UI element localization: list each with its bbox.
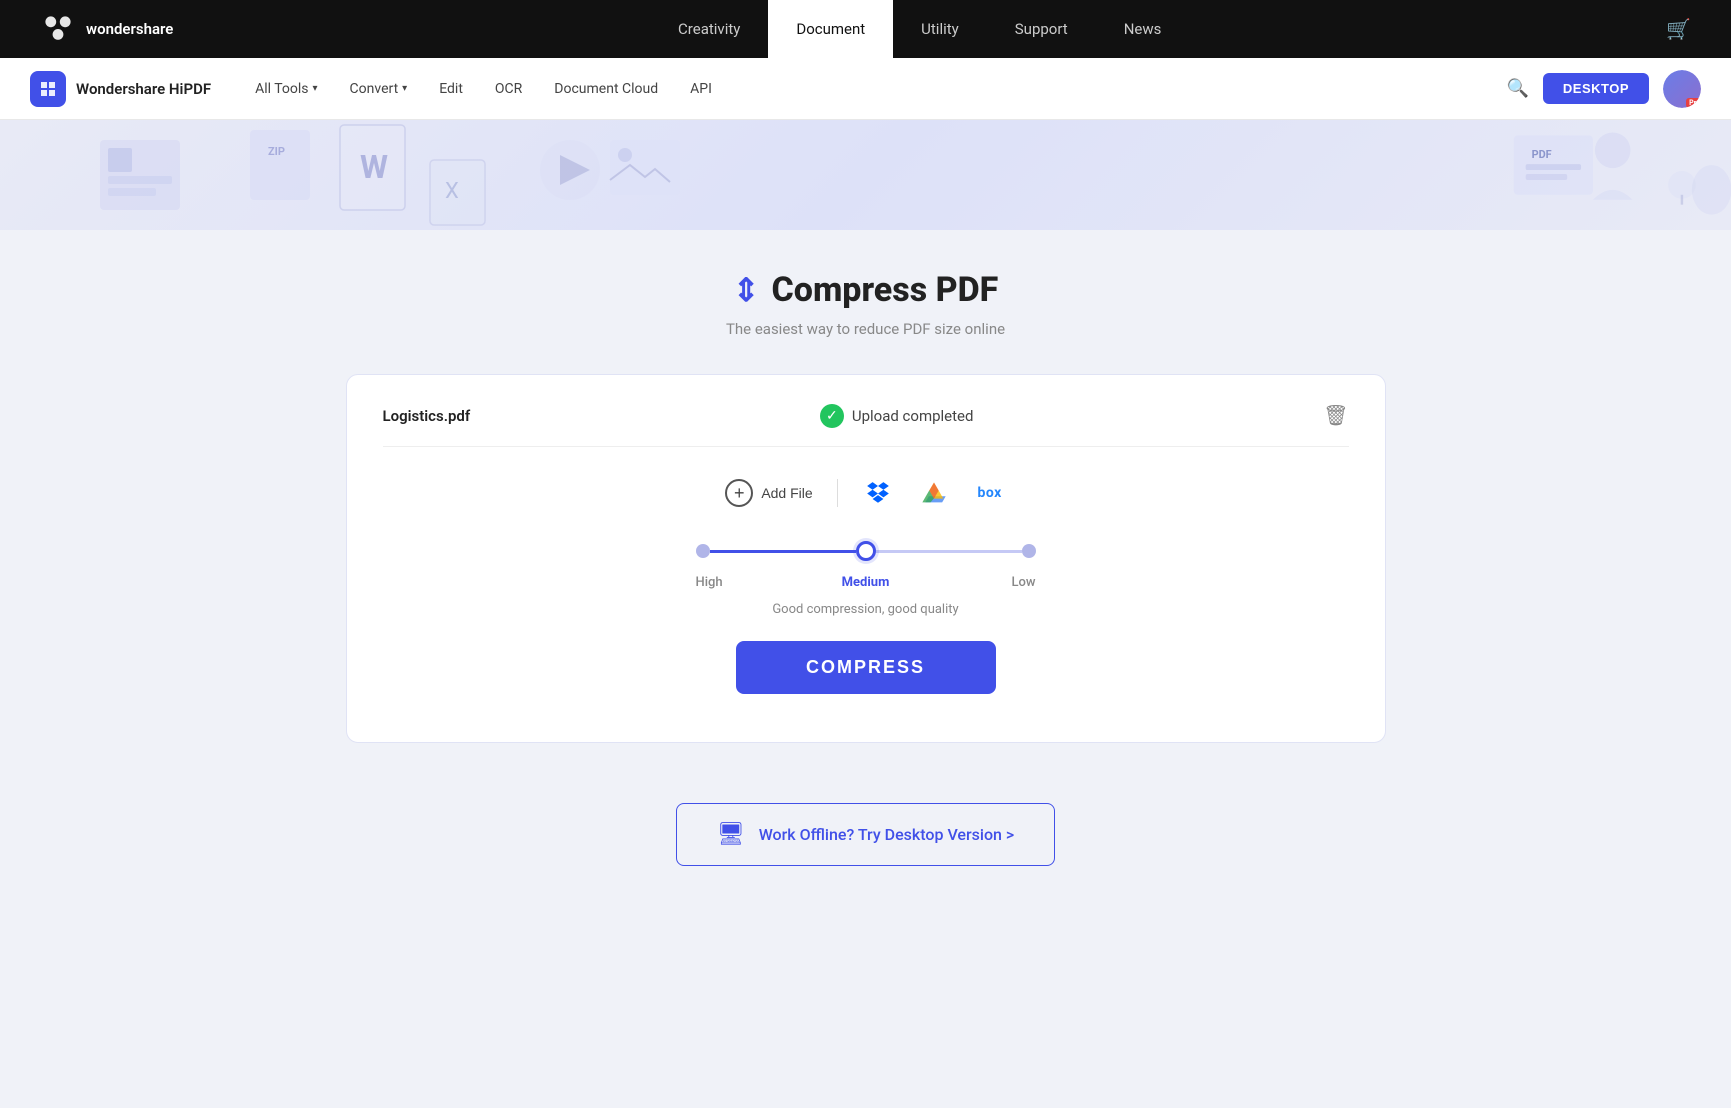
chevron-down-icon: ▾ — [313, 83, 318, 94]
dropbox-icon[interactable] — [862, 479, 894, 507]
file-header: Logistics.pdf ✓ Upload completed 🗑 — [383, 403, 1349, 447]
add-file-circle-icon: + — [725, 479, 753, 507]
logo-text: wondershare — [86, 20, 173, 38]
top-nav-right: 🛒 — [1666, 17, 1691, 41]
compress-button[interactable]: COMPRESS — [736, 641, 996, 694]
offline-text: Work Offline? Try Desktop Version > — [759, 825, 1015, 844]
google-drive-icon[interactable] — [918, 479, 950, 507]
sec-nav-edit[interactable]: Edit — [425, 75, 477, 103]
upload-card: Logistics.pdf ✓ Upload completed 🗑 + Add… — [346, 374, 1386, 743]
svg-text:X: X — [445, 179, 459, 204]
search-icon[interactable]: 🔍 — [1506, 78, 1528, 99]
box-icon[interactable]: box — [974, 479, 1006, 507]
slider-labels: High Medium Low — [696, 575, 1036, 590]
slider-track — [696, 541, 1036, 561]
nav-news[interactable]: News — [1096, 0, 1190, 58]
compression-section: High Medium Low Good compression, good q… — [383, 541, 1349, 617]
sec-nav-document-cloud[interactable]: Document Cloud — [540, 75, 672, 103]
compress-icon: ⇕ — [733, 271, 760, 309]
slider-dot-high[interactable] — [696, 544, 710, 558]
sec-nav-right: 🔍 DESKTOP Pro — [1506, 70, 1701, 108]
nav-document[interactable]: Document — [768, 0, 893, 58]
compression-description: Good compression, good quality — [772, 602, 958, 617]
slider-line-left — [710, 550, 856, 553]
sec-nav-links: All Tools ▾ Convert ▾ Edit OCR Document … — [241, 75, 1476, 103]
desktop-button[interactable]: DESKTOP — [1543, 73, 1649, 104]
hipdf-brand[interactable]: Wondershare HiPDF — [30, 71, 211, 107]
pro-badge: Pro — [1686, 98, 1701, 108]
main-content: ⇕ Compress PDF The easiest way to reduce… — [316, 230, 1416, 926]
svg-text:ZIP: ZIP — [268, 145, 285, 158]
brand-text: Wondershare HiPDF — [76, 80, 211, 98]
secondary-nav: Wondershare HiPDF All Tools ▾ Convert ▾ … — [0, 58, 1731, 120]
svg-text:PDF: PDF — [1531, 148, 1551, 161]
nav-creativity[interactable]: Creativity — [650, 0, 768, 58]
sec-nav-all-tools[interactable]: All Tools ▾ — [241, 75, 331, 103]
slider-dot-medium[interactable] — [856, 541, 876, 561]
top-nav: wondershare Creativity Document Utility … — [0, 0, 1731, 58]
page-subtitle: The easiest way to reduce PDF size onlin… — [346, 320, 1386, 338]
compress-btn-wrap: COMPRESS — [383, 641, 1349, 694]
label-medium: Medium — [836, 575, 896, 590]
add-file-row: + Add File box — [383, 479, 1349, 531]
file-name: Logistics.pdf — [383, 407, 471, 425]
cart-icon[interactable]: 🛒 — [1666, 17, 1691, 41]
upload-status: ✓ Upload completed — [820, 404, 974, 428]
monitor-icon: 🖥 — [717, 822, 745, 847]
check-circle-icon: ✓ — [820, 404, 844, 428]
label-low: Low — [976, 575, 1036, 590]
hero-banner: ZIP W X PDF — [0, 120, 1731, 230]
page-title: ⇕ Compress PDF — [346, 270, 1386, 310]
top-nav-links: Creativity Document Utility Support News — [650, 0, 1189, 58]
slider-dot-low[interactable] — [1022, 544, 1036, 558]
nav-support[interactable]: Support — [987, 0, 1096, 58]
page-title-section: ⇕ Compress PDF The easiest way to reduce… — [346, 270, 1386, 338]
nav-utility[interactable]: Utility — [893, 0, 987, 58]
divider — [837, 479, 838, 507]
sec-nav-convert[interactable]: Convert ▾ — [336, 75, 422, 103]
label-high: High — [696, 575, 756, 590]
sec-nav-ocr[interactable]: OCR — [481, 75, 536, 103]
svg-text:W: W — [360, 148, 388, 186]
offline-banner: 🖥 Work Offline? Try Desktop Version > — [346, 803, 1386, 866]
slider-line-right — [876, 550, 1022, 553]
sec-nav-api[interactable]: API — [676, 75, 726, 103]
wondershare-logo[interactable]: wondershare — [40, 11, 173, 47]
hipdf-icon — [30, 71, 66, 107]
add-file-button[interactable]: + Add File — [725, 479, 812, 507]
user-avatar[interactable]: Pro — [1663, 70, 1701, 108]
offline-banner-inner[interactable]: 🖥 Work Offline? Try Desktop Version > — [676, 803, 1056, 866]
delete-file-button[interactable]: 🗑 — [1323, 403, 1348, 428]
chevron-down-icon: ▾ — [402, 83, 407, 94]
